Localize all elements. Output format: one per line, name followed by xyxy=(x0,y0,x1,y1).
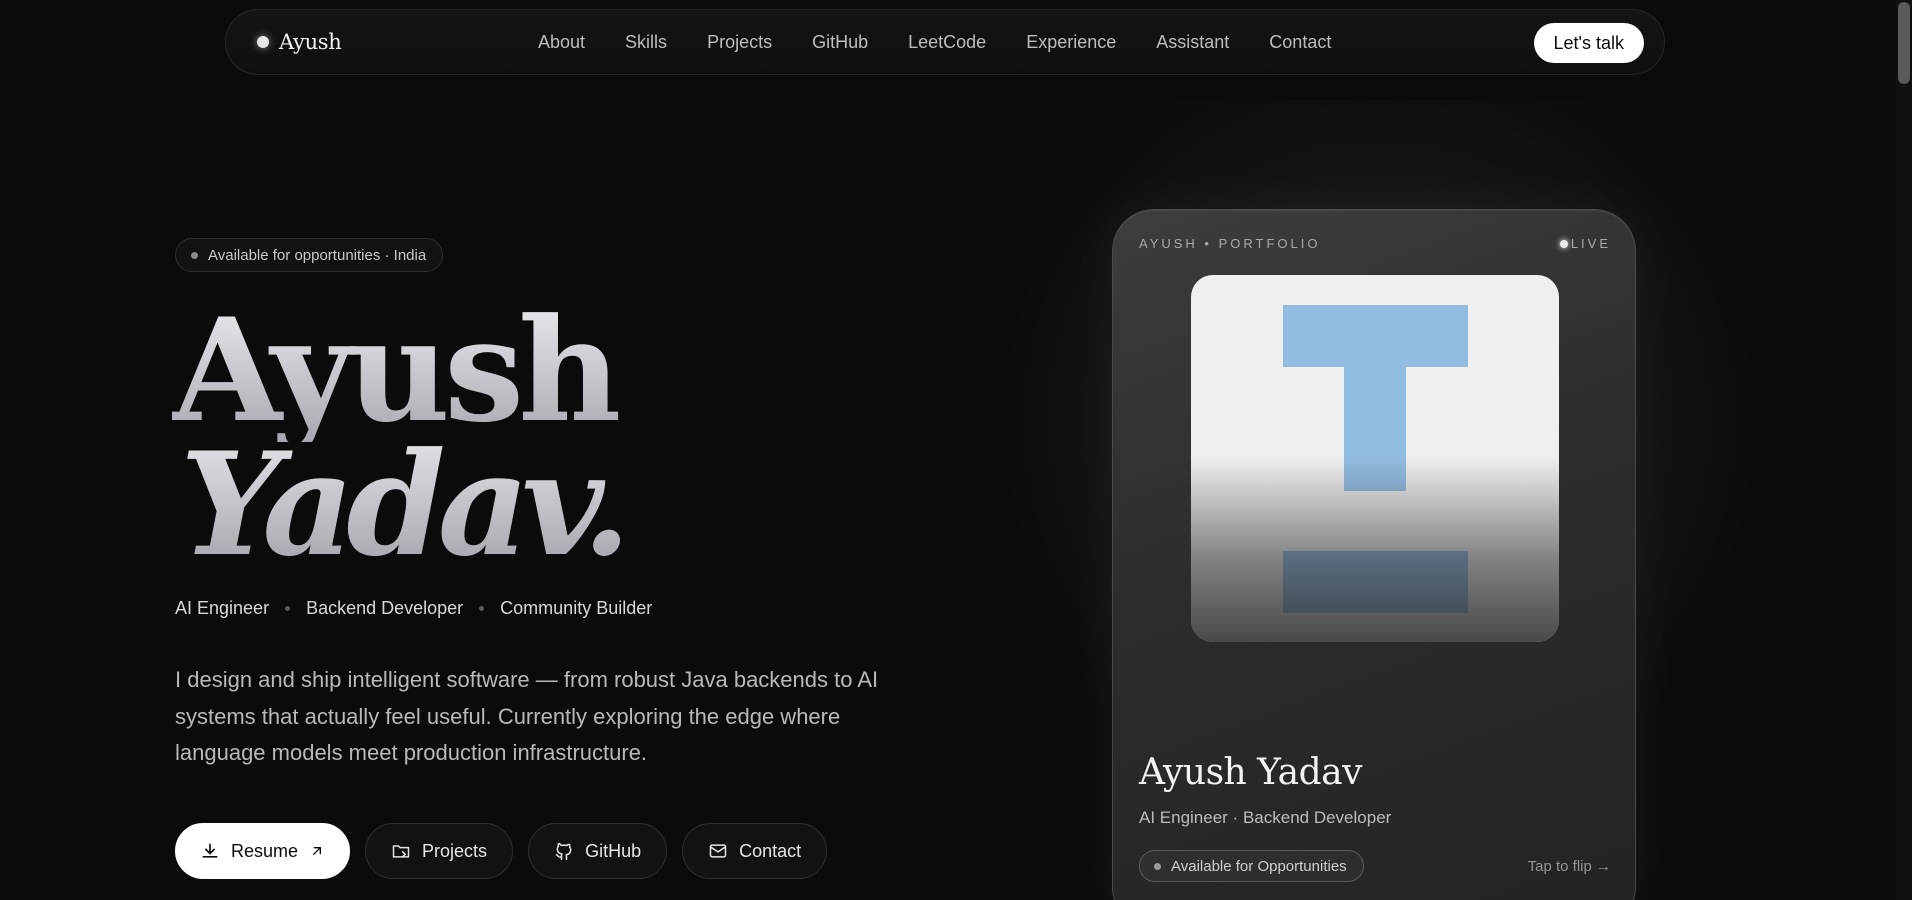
role-item: Community Builder xyxy=(500,598,653,618)
contact-button[interactable]: Contact xyxy=(682,823,828,879)
live-indicator: LIVE xyxy=(1559,236,1611,251)
availability-badge: Available for opportunities · India xyxy=(175,238,444,272)
nav-link-skills[interactable]: Skills xyxy=(625,32,667,53)
scrollbar-thumb[interactable] xyxy=(1898,2,1910,84)
mail-icon xyxy=(709,844,727,858)
dot-separator-icon xyxy=(479,606,485,611)
role-list: AI Engineer Backend Developer Community … xyxy=(175,598,652,619)
nav-link-assistant[interactable]: Assistant xyxy=(1156,32,1229,53)
brand-dot-icon xyxy=(257,36,269,48)
tap-to-flip[interactable]: Tap to flip → xyxy=(1528,858,1611,875)
projects-button[interactable]: Projects xyxy=(365,823,514,879)
folder-icon xyxy=(392,845,410,858)
nav-links: About Skills Projects GitHub LeetCode Ex… xyxy=(538,10,1371,74)
hero-name: Ayush Yadav. xyxy=(172,300,631,588)
contact-label: Contact xyxy=(739,840,802,861)
lets-talk-button[interactable]: Let's talk xyxy=(1533,23,1644,63)
nav-link-leetcode[interactable]: LeetCode xyxy=(908,32,986,53)
arrow-up-right-icon xyxy=(313,847,322,855)
github-label: GitHub xyxy=(585,840,642,861)
profile-card[interactable]: AYUSH • PORTFOLIO LIVE Ayush Yadav AI En… xyxy=(1112,209,1636,900)
role-item: Backend Developer xyxy=(306,598,464,618)
resume-label: Resume xyxy=(231,840,299,861)
cta-button-row: Resume Projects GitHub Contact xyxy=(175,823,828,879)
nav-link-github[interactable]: GitHub xyxy=(812,32,868,53)
live-label: LIVE xyxy=(1570,236,1611,251)
card-name: Ayush Yadav xyxy=(1139,752,1362,793)
nav-link-contact[interactable]: Contact xyxy=(1269,32,1331,53)
nav-link-projects[interactable]: Projects xyxy=(707,32,772,53)
card-status-text: Available for Opportunities xyxy=(1171,857,1347,875)
nav-link-experience[interactable]: Experience xyxy=(1026,32,1116,53)
hero-last-name: Yadav. xyxy=(180,422,631,588)
brand-logo[interactable]: Ayush xyxy=(257,10,342,74)
top-navbar: Ayush About Skills Projects GitHub LeetC… xyxy=(225,9,1665,75)
card-header: AYUSH • PORTFOLIO LIVE xyxy=(1139,236,1611,251)
projects-label: Projects xyxy=(422,840,488,861)
scrollbar-track[interactable] xyxy=(1896,0,1912,900)
availability-text: Available for opportunities · India xyxy=(208,246,427,264)
github-icon xyxy=(555,842,572,861)
status-dot-icon xyxy=(1154,862,1161,870)
card-header-title: AYUSH • PORTFOLIO xyxy=(1139,236,1321,251)
profile-image xyxy=(1191,275,1559,642)
dot-separator-icon xyxy=(285,606,291,611)
live-dot-icon xyxy=(1559,239,1568,248)
github-button[interactable]: GitHub xyxy=(528,823,668,879)
image-fade-overlay xyxy=(1191,457,1559,642)
role-item: AI Engineer xyxy=(175,598,270,618)
nav-link-about[interactable]: About xyxy=(538,32,585,53)
resume-button[interactable]: Resume xyxy=(175,823,351,879)
hero-intro: I design and ship intelligent software —… xyxy=(175,667,879,765)
download-icon xyxy=(202,843,218,858)
card-role: AI Engineer · Backend Developer xyxy=(1139,808,1392,827)
status-dot-icon xyxy=(191,251,198,259)
brand-name: Ayush xyxy=(279,30,342,54)
card-status-badge: Available for Opportunities xyxy=(1139,850,1364,882)
hero-first-name: Ayush xyxy=(172,300,623,442)
